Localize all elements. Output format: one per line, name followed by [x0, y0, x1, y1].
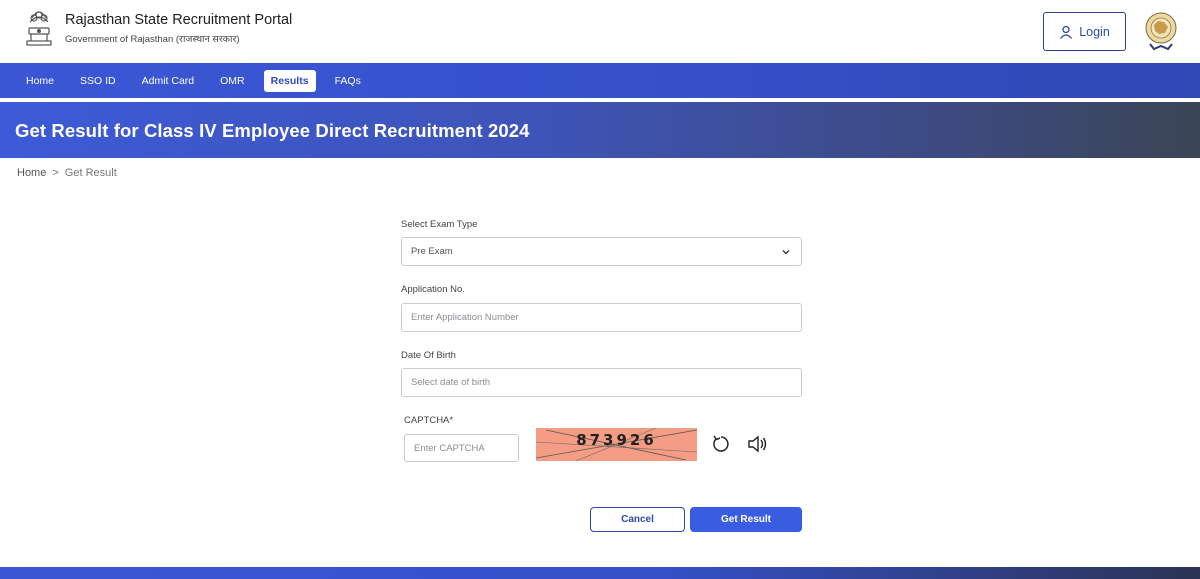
nav-item-home[interactable]: Home [19, 70, 61, 92]
portal-subtitle: Government of Rajasthan (राजस्थान सरकार) [65, 34, 240, 45]
login-label: Login [1079, 24, 1110, 39]
state-emblem-icon [26, 11, 52, 46]
rajasthan-seal-icon [1145, 12, 1177, 51]
breadcrumb: Home > Get Result [17, 167, 117, 179]
main-nav: Home SSO ID Admit Card OMR Results FAQs [0, 63, 1200, 98]
nav-item-omr[interactable]: OMR [213, 70, 252, 92]
portal-title: Rajasthan State Recruitment Portal [65, 12, 293, 28]
dob-label: Date Of Birth [401, 350, 456, 361]
nav-item-admit-card[interactable]: Admit Card [135, 70, 202, 92]
captcha-code: 873926 [576, 431, 657, 449]
get-result-button[interactable]: Get Result [690, 507, 802, 532]
application-label: Application No. [401, 284, 465, 295]
application-number-input[interactable]: Enter Application Number [401, 303, 802, 332]
page-title: Get Result for Class IV Employee Direct … [15, 120, 530, 141]
refresh-icon[interactable] [710, 433, 732, 455]
cancel-button[interactable]: Cancel [590, 507, 685, 532]
date-of-birth-input[interactable]: Select date of birth [401, 368, 802, 397]
login-button[interactable]: Login [1043, 12, 1126, 51]
breadcrumb-separator: > [52, 167, 59, 179]
exam-type-select[interactable]: Pre Exam [401, 237, 802, 266]
breadcrumb-current: Get Result [64, 167, 117, 179]
page-banner: Get Result for Class IV Employee Direct … [0, 102, 1200, 158]
captcha-image: 873926 [536, 428, 697, 461]
nav-item-faqs[interactable]: FAQs [328, 70, 368, 92]
site-header: Rajasthan State Recruitment Portal Gover… [0, 0, 1200, 63]
exam-type-label: Select Exam Type [401, 219, 478, 230]
nav-item-sso-id[interactable]: SSO ID [73, 70, 123, 92]
breadcrumb-home[interactable]: Home [17, 167, 46, 179]
exam-type-value: Pre Exam [411, 246, 453, 257]
speaker-icon[interactable] [746, 433, 768, 455]
user-icon [1060, 25, 1073, 39]
chevron-down-icon [782, 250, 790, 255]
nav-item-results[interactable]: Results [263, 69, 316, 92]
captcha-label: CAPTCHA* [404, 415, 454, 426]
footer-bar [0, 567, 1200, 579]
captcha-input[interactable]: Enter CAPTCHA [404, 434, 519, 462]
